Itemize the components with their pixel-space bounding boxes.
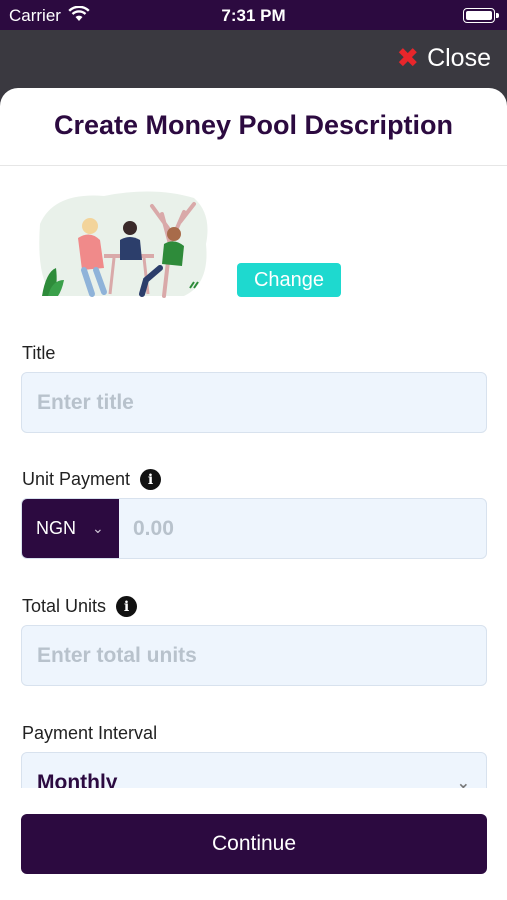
unit-payment-label: Unit Payment i — [22, 469, 162, 490]
unit-payment-label-text: Unit Payment — [22, 469, 131, 489]
payment-interval-label-text: Payment Interval — [22, 723, 158, 743]
total-units-placeholder: Enter total units — [37, 643, 197, 667]
pool-illustration — [39, 191, 208, 298]
modal-sheet: Create Money Pool Description Change Tit… — [0, 88, 507, 900]
status-bar: Carrier 7:31 PM — [0, 0, 507, 30]
currency-select[interactable]: NGN ⌄ — [22, 499, 119, 558]
chevron-down-icon: ⌄ — [92, 520, 104, 536]
title-input[interactable]: Enter title — [21, 372, 487, 433]
total-units-label-text: Total Units — [22, 596, 107, 616]
battery-icon — [463, 8, 499, 23]
title-placeholder: Enter title — [37, 390, 134, 414]
sheet-header: Create Money Pool Description — [0, 88, 507, 166]
info-icon[interactable]: i — [140, 469, 162, 490]
close-label: Close — [427, 44, 491, 72]
footer: Continue — [0, 788, 507, 900]
top-bar: ✖ Close — [0, 30, 507, 90]
payment-interval-label: Payment Interval — [22, 723, 157, 744]
unit-payment-input[interactable]: 0.00 — [133, 517, 174, 541]
page-title: Create Money Pool Description — [53, 110, 454, 140]
change-image-button[interactable]: Change — [237, 263, 341, 297]
currency-value: NGN — [36, 518, 76, 538]
close-button[interactable]: ✖ Close — [396, 44, 491, 73]
total-units-input[interactable]: Enter total units — [21, 625, 487, 686]
info-icon[interactable]: i — [116, 596, 138, 617]
close-icon: ✖ — [396, 43, 420, 73]
continue-button[interactable]: Continue — [21, 814, 487, 874]
total-units-label: Total Units i — [22, 596, 138, 617]
status-time: 7:31 PM — [221, 6, 286, 25]
unit-payment-field: NGN ⌄ 0.00 — [21, 498, 487, 559]
title-label-text: Title — [22, 343, 56, 363]
title-label: Title — [22, 343, 55, 364]
